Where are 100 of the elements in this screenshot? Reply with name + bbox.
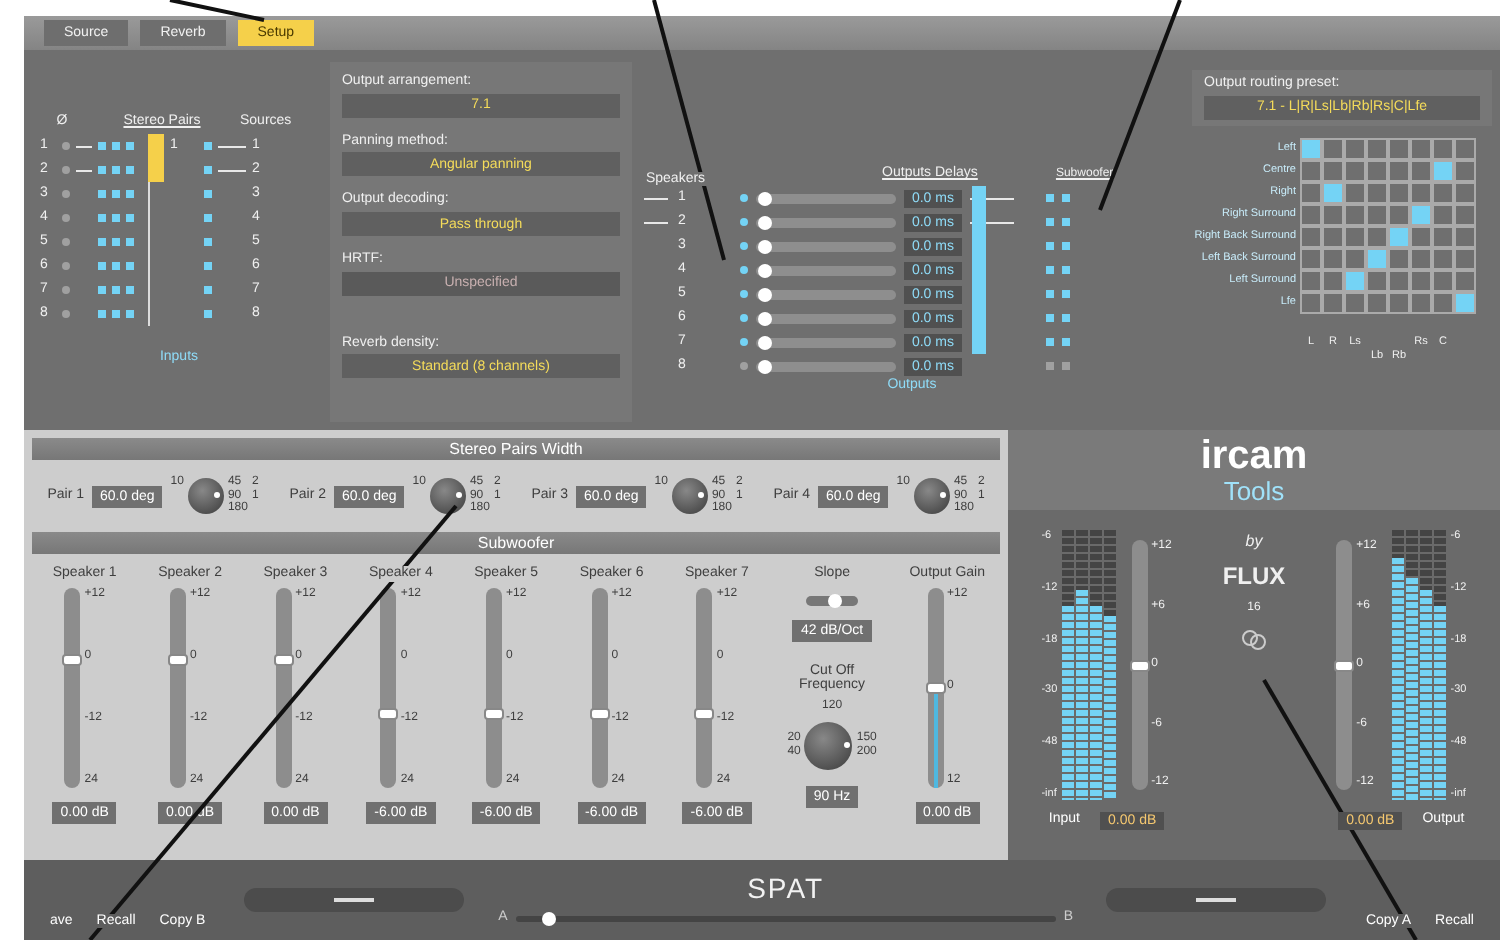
fader-thumb[interactable] [167,653,188,666]
speaker-dot[interactable] [739,314,748,322]
fader-slider[interactable] [696,587,713,788]
knob[interactable] [187,478,224,514]
routing-cell[interactable] [1454,247,1476,270]
routing-cell[interactable] [1366,159,1388,182]
phase-dot[interactable] [62,166,70,174]
fader-thumb[interactable] [694,707,715,720]
routing-cell[interactable] [1432,225,1454,248]
knob[interactable] [804,721,853,770]
routing-cell[interactable] [1388,247,1410,270]
routing-cell[interactable] [1322,225,1344,248]
routing-cell[interactable] [1432,137,1454,160]
routing-cell[interactable] [1300,269,1322,292]
routing-cell[interactable] [1388,159,1410,182]
routing-cell[interactable] [1410,181,1432,204]
fader-thumb[interactable] [925,681,946,694]
routing-cell[interactable] [1322,203,1344,226]
slope-slider[interactable] [806,595,859,606]
routing-cell[interactable] [1388,203,1410,226]
preset-selector[interactable] [1106,888,1327,912]
routing-cell[interactable] [1366,225,1388,248]
routing-cell[interactable] [1388,181,1410,204]
routing-cell[interactable] [1454,225,1476,248]
delay-slider[interactable] [755,217,896,227]
fader-slider[interactable] [275,587,292,788]
routing-cell[interactable] [1322,291,1344,314]
routing-cell[interactable] [1410,247,1432,270]
routing-cell[interactable] [1432,159,1454,182]
routing-cell[interactable] [1300,137,1322,160]
fader-slider[interactable] [1336,540,1353,790]
routing-cell[interactable] [1454,137,1476,160]
routing-cell[interactable] [1410,159,1432,182]
routing-cell[interactable] [1432,181,1454,204]
delay-slider[interactable] [755,313,896,323]
routing-cell[interactable] [1454,203,1476,226]
fader-slider[interactable] [591,587,608,788]
routing-cell[interactable] [1344,203,1366,226]
fader-thumb[interactable] [1129,659,1150,671]
delay-slider[interactable] [755,193,896,203]
phase-dot[interactable] [62,286,70,294]
fader-slider[interactable] [169,587,186,788]
routing-cell[interactable] [1388,291,1410,314]
routing-cell[interactable] [1410,269,1432,292]
phase-dot[interactable] [62,310,70,318]
routing-cell[interactable] [1322,247,1344,270]
routing-cell[interactable] [1454,291,1476,314]
routing-cell[interactable] [1388,137,1410,160]
routing-cell[interactable] [1366,181,1388,204]
routing-cell[interactable] [1344,225,1366,248]
routing-cell[interactable] [1300,247,1322,270]
routing-cell[interactable] [1300,159,1322,182]
speaker-dot[interactable] [739,218,748,226]
routing-cell[interactable] [1366,247,1388,270]
routing-cell[interactable] [1344,137,1366,160]
routing-cell[interactable] [1432,247,1454,270]
fader-thumb[interactable] [1334,659,1355,671]
routing-cell[interactable] [1432,269,1454,292]
routing-cell[interactable] [1344,247,1366,270]
knob[interactable] [671,478,708,514]
routing-cell[interactable] [1322,137,1344,160]
routing-cell[interactable] [1410,203,1432,226]
fader-thumb[interactable] [378,707,399,720]
routing-cell[interactable] [1322,181,1344,204]
routing-cell[interactable] [1322,269,1344,292]
routing-cell[interactable] [1300,181,1322,204]
routing-cell[interactable] [1344,291,1366,314]
speaker-dot[interactable] [739,194,748,202]
fader-slider[interactable] [64,587,81,788]
knob[interactable] [913,478,950,514]
fader-slider[interactable] [380,587,397,788]
delay-slider[interactable] [755,337,896,347]
delay-slider[interactable] [755,361,896,371]
routing-cell[interactable] [1366,203,1388,226]
routing-cell[interactable] [1366,137,1388,160]
speaker-dot[interactable] [739,362,748,370]
routing-cell[interactable] [1388,269,1410,292]
routing-cell[interactable] [1432,203,1454,226]
routing-cell[interactable] [1344,269,1366,292]
speaker-dot[interactable] [739,242,748,250]
link-icon[interactable] [1239,627,1268,652]
routing-cell[interactable] [1366,291,1388,314]
routing-cell[interactable] [1300,203,1322,226]
routing-cell[interactable] [1322,159,1344,182]
phase-dot[interactable] [62,214,70,222]
routing-cell[interactable] [1454,269,1476,292]
routing-cell[interactable] [1454,159,1476,182]
routing-cell[interactable] [1432,291,1454,314]
phase-dot[interactable] [62,142,70,150]
fader-slider[interactable] [1131,540,1148,790]
fader-thumb[interactable] [484,707,504,720]
routing-cell[interactable] [1410,137,1432,160]
fader-thumb[interactable] [273,653,294,666]
routing-cell[interactable] [1410,291,1432,314]
phase-dot[interactable] [62,238,70,246]
routing-cell[interactable] [1410,225,1432,248]
speaker-dot[interactable] [739,338,748,346]
routing-cell[interactable] [1454,181,1476,204]
routing-cell[interactable] [1344,159,1366,182]
delay-slider[interactable] [755,241,896,251]
